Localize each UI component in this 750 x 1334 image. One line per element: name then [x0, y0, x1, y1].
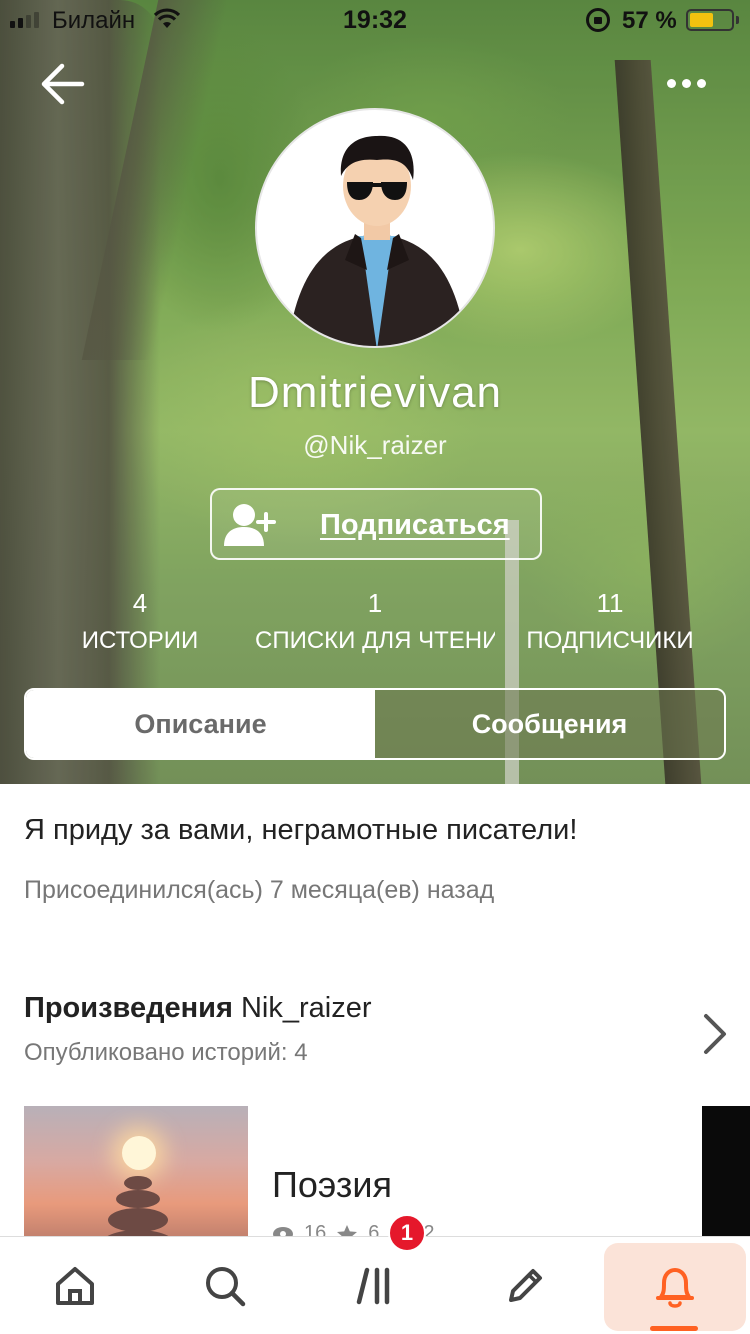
stat-value: 4: [132, 588, 148, 618]
works-heading-user: Nik_raizer: [240, 992, 372, 1024]
stat-followers[interactable]: 11 ПОДПИСЧИКИ: [490, 588, 730, 655]
username: @Nik_raizer: [303, 430, 447, 460]
notification-badge: 1: [388, 1214, 426, 1252]
notifications-icon: [656, 1268, 694, 1308]
stat-label: ПОДПИСЧИКИ: [526, 627, 694, 654]
stat-label: ИСТОРИИ: [81, 627, 199, 654]
works-heading-label: Произведения: [24, 992, 233, 1024]
story-cover[interactable]: [24, 1106, 248, 1246]
more-options-button[interactable]: [660, 68, 712, 98]
profile-header: Билайн 19:32 57 % Dmitrievivan @Nik_raiz…: [0, 0, 750, 784]
stat-stories[interactable]: 4 ИСТОРИИ: [20, 588, 260, 655]
tab-messages[interactable]: Сообщения: [375, 690, 724, 758]
profile-stats: 4 ИСТОРИИ 1 СПИСКИ ДЛЯ ЧТЕНИЯ 11 ПОДПИСЧ…: [0, 588, 750, 658]
works-count: Опубликовано историй: 4: [24, 1039, 308, 1066]
works-heading[interactable]: Произведения Nik_raizer: [24, 992, 371, 1025]
chevron-right-icon[interactable]: [700, 1012, 730, 1056]
profile-tabs: Описание Сообщения: [24, 688, 726, 760]
next-story-cover[interactable]: [702, 1106, 750, 1246]
join-date: Присоединился(ась) 7 месяца(ев) назад: [24, 876, 495, 904]
nav-library[interactable]: [300, 1237, 450, 1334]
nav-home[interactable]: [0, 1237, 150, 1334]
status-bar: Билайн 19:32 57 %: [0, 0, 750, 40]
stat-value: 1: [367, 588, 383, 618]
stat-value: 11: [596, 588, 624, 618]
rotation-lock-icon: [586, 8, 610, 32]
battery-percent: 57 %: [622, 7, 677, 34]
follow-label: Подписаться: [320, 509, 510, 541]
nav-write[interactable]: [450, 1237, 600, 1334]
add-user-icon: [224, 504, 276, 546]
nav-search[interactable]: [150, 1237, 300, 1334]
stat-reading-lists[interactable]: 1 СПИСКИ ДЛЯ ЧТЕНИЯ: [255, 588, 495, 655]
library-icon: [356, 1267, 390, 1305]
search-icon: [206, 1267, 246, 1307]
display-name: Dmitrievivan: [247, 368, 503, 417]
story-title[interactable]: Поэзия: [272, 1164, 392, 1206]
stat-label: СПИСКИ ДЛЯ ЧТЕНИЯ: [255, 627, 495, 654]
avatar: [255, 108, 495, 348]
home-icon: [56, 1267, 94, 1305]
back-arrow-icon[interactable]: [38, 60, 90, 108]
avatar-illustration: [287, 135, 467, 346]
profile-bio: Я приду за вами, неграмотные писатели!: [24, 814, 578, 846]
tab-about[interactable]: Описание: [26, 690, 375, 758]
active-tab-indicator: [650, 1326, 698, 1331]
more-dots-icon: [666, 78, 676, 88]
sun-image: [122, 1136, 156, 1170]
follow-button[interactable]: Подписаться: [210, 488, 542, 560]
nav-notifications[interactable]: [604, 1243, 746, 1331]
bottom-nav: [0, 1236, 750, 1334]
write-icon: [509, 1269, 542, 1302]
battery-icon: [686, 9, 734, 31]
